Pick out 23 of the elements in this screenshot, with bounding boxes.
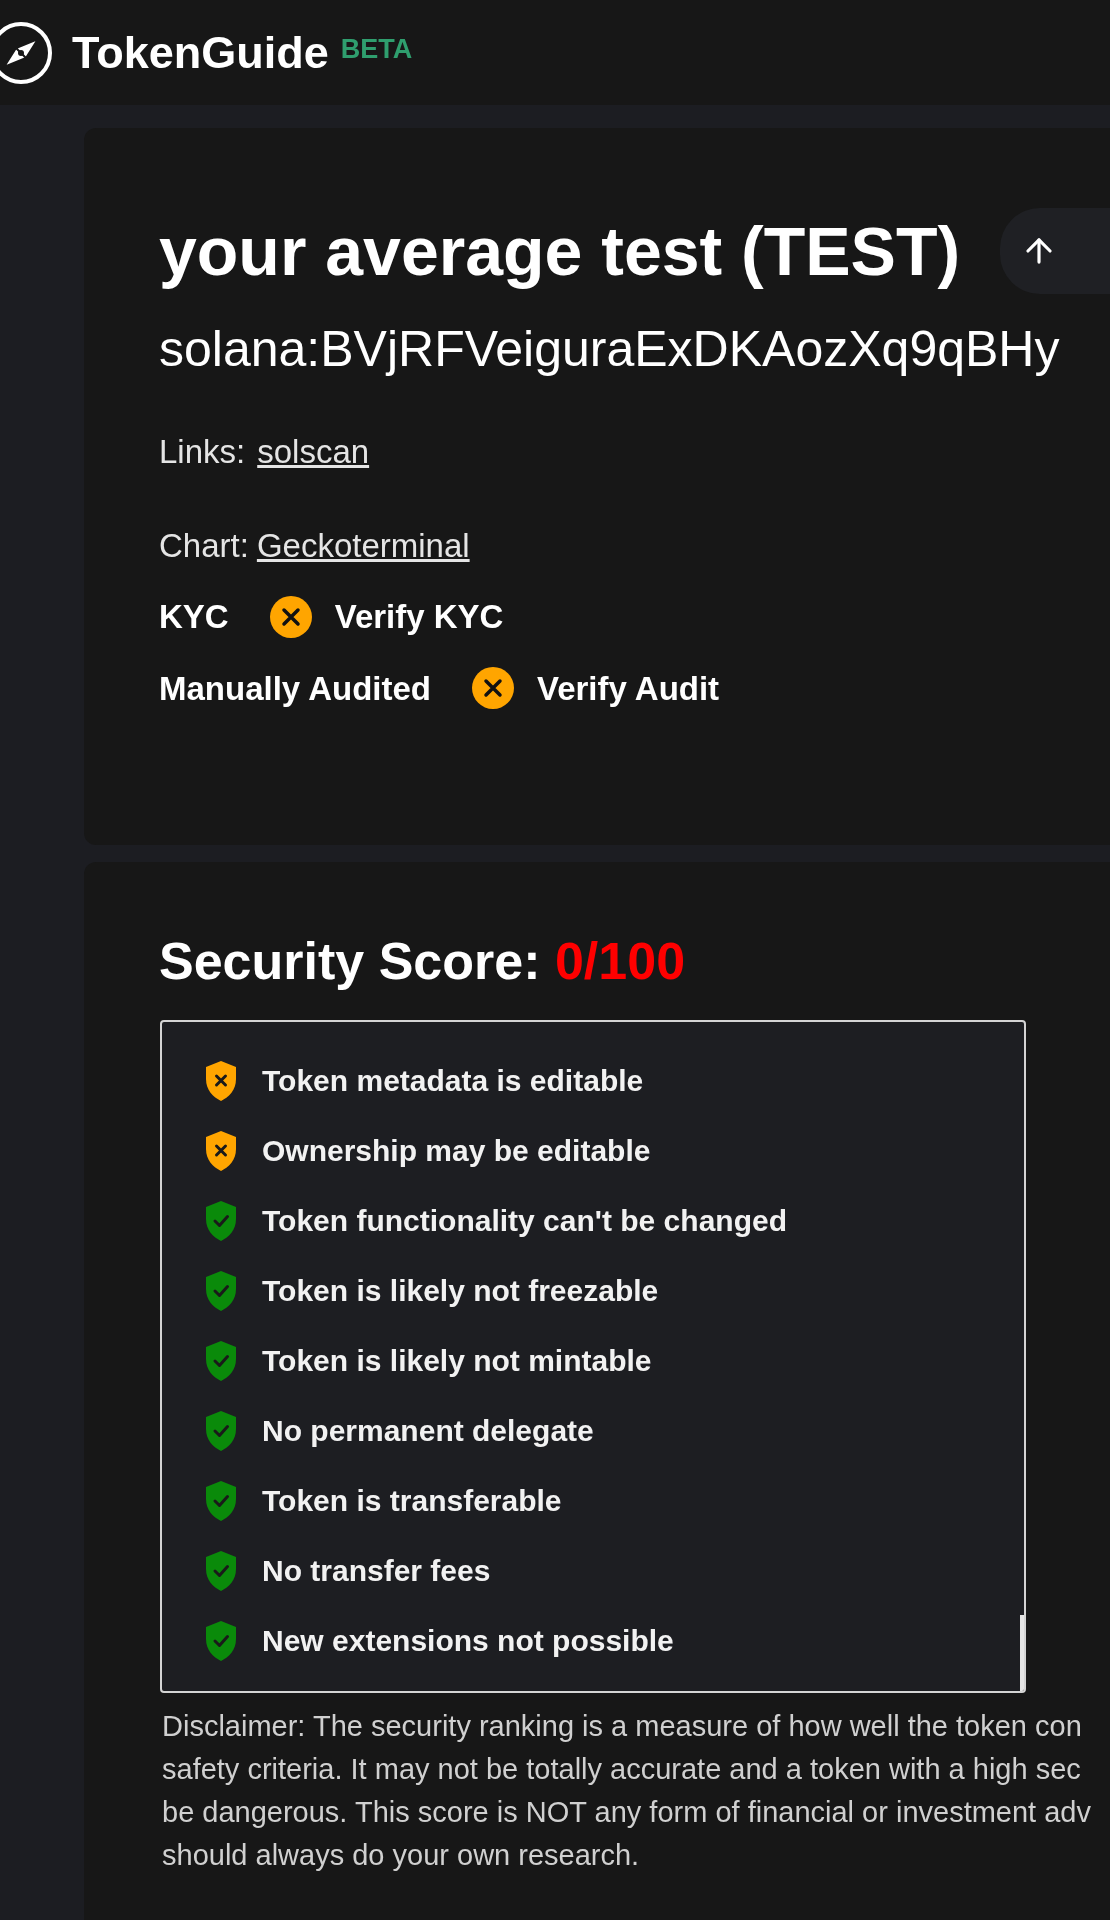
- beta-label: BETA: [340, 33, 413, 67]
- verification-label: Manually Audited: [159, 668, 431, 709]
- links-label: Links:: [159, 432, 246, 472]
- check-text: Token is likely not mintable: [262, 1343, 652, 1379]
- chart-link[interactable]: Geckoterminal: [256, 520, 470, 570]
- check-text: Ownership may be editable: [262, 1133, 651, 1169]
- brand-name: TokenGuide: [72, 25, 329, 80]
- scrollbar[interactable]: [1020, 1615, 1024, 1691]
- disclaimer-text: Disclaimer: The security ranking is a measure of how well the token con safety criteria. It may not be totally accurate and a token with a high sec be dangerous. This score is NOT any form of financial or investment adv should always do your own research.: [162, 1709, 1091, 1873]
- check-text: No transfer fees: [262, 1553, 491, 1589]
- check-text: Token is likely not freezable: [262, 1273, 659, 1309]
- token-address: solana:BVjRFVeiguraExDKAozXq9qBHy: [159, 320, 1060, 379]
- security-score: Security Score: 0/100: [159, 931, 686, 992]
- verification-label: KYC: [159, 597, 229, 637]
- check-text: Token functionality can't be changed: [262, 1203, 787, 1239]
- chart-label: Chart:: [159, 525, 249, 566]
- verify-link[interactable]: Verify Audit: [536, 663, 720, 713]
- check-text: Token is transferable: [262, 1483, 562, 1519]
- check-text: New extensions not possible: [262, 1623, 674, 1659]
- solscan-link[interactable]: solscan: [257, 427, 370, 477]
- check-text: No permanent delegate: [262, 1413, 594, 1449]
- check-text: Token metadata is editable: [262, 1063, 644, 1099]
- verify-link[interactable]: Verify KYC: [334, 592, 504, 642]
